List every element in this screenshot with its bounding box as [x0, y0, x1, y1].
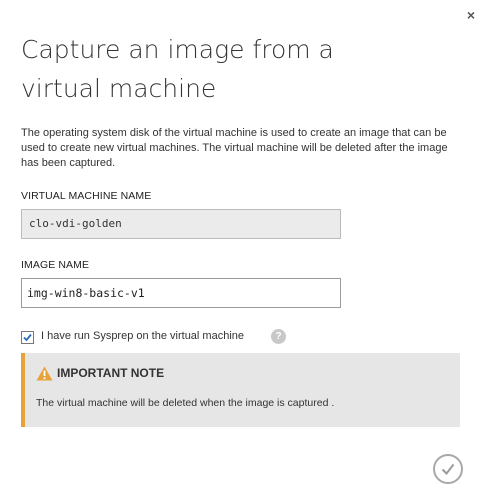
image-name-label: IMAGE NAME [21, 259, 90, 271]
dialog-title: Capture an image from a virtual machine [21, 35, 334, 103]
vm-name-field: clo-vdi-golden [21, 209, 341, 239]
important-note: IMPORTANT NOTE The virtual machine will … [21, 353, 460, 427]
vm-name-value: clo-vdi-golden [29, 217, 122, 230]
vm-name-label: VIRTUAL MACHINE NAME [21, 190, 152, 202]
complete-button[interactable] [433, 454, 463, 484]
close-icon: × [466, 7, 476, 23]
image-name-input[interactable] [21, 278, 341, 308]
warning-icon [36, 366, 53, 381]
checkmark-icon [441, 463, 455, 476]
help-icon[interactable]: ? [271, 329, 286, 344]
important-note-title: IMPORTANT NOTE [57, 366, 165, 380]
important-note-text: The virtual machine will be deleted when… [36, 397, 335, 409]
sysprep-checkbox-label: I have run Sysprep on the virtual machin… [41, 330, 245, 342]
close-button[interactable]: × [462, 6, 480, 24]
sysprep-checkbox[interactable] [21, 331, 34, 344]
checkbox-check-icon [23, 333, 32, 342]
dialog-description: The operating system disk of the virtual… [21, 127, 448, 169]
